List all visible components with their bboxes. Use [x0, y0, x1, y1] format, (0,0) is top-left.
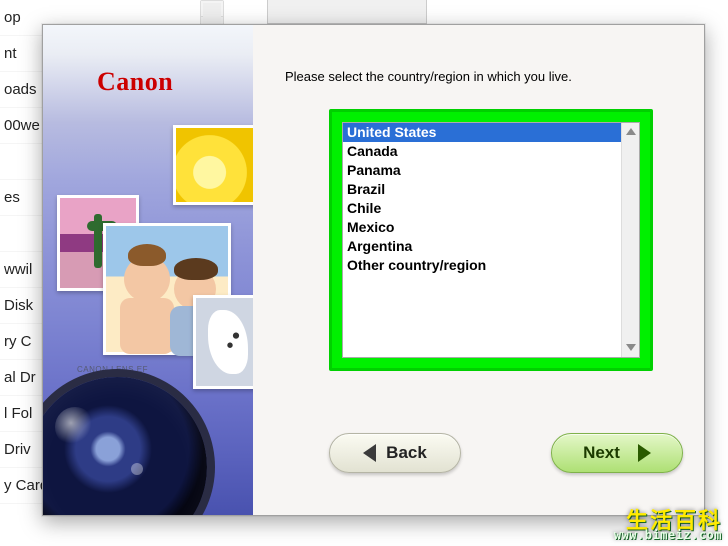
next-button-label: Next	[583, 443, 620, 463]
country-list-items[interactable]: United States Canada Panama Brazil Chile…	[343, 123, 621, 357]
arrow-right-icon	[638, 444, 651, 462]
prompt-text: Please select the country/region in whic…	[285, 69, 572, 84]
scroll-up-icon[interactable]	[622, 123, 639, 141]
country-item-cl[interactable]: Chile	[343, 199, 621, 218]
country-list-highlight: United States Canada Panama Brazil Chile…	[329, 109, 653, 371]
country-item-us[interactable]: United States	[343, 123, 621, 142]
country-item-ar[interactable]: Argentina	[343, 237, 621, 256]
country-item-other[interactable]: Other country/region	[343, 256, 621, 275]
scroll-down-icon[interactable]	[622, 339, 639, 357]
photo-sunflowers	[173, 125, 253, 205]
watermark-url: www.bimeiz.com	[614, 528, 722, 543]
back-button[interactable]: Back	[329, 433, 461, 473]
country-item-br[interactable]: Brazil	[343, 180, 621, 199]
country-item-pa[interactable]: Panama	[343, 161, 621, 180]
background-field	[267, 0, 427, 24]
lens-ring-text: CANON LENS EF	[77, 365, 148, 374]
watermark-title: 生活百科	[614, 513, 722, 528]
back-button-label: Back	[386, 443, 427, 463]
country-item-ca[interactable]: Canada	[343, 142, 621, 161]
installer-dialog: Canon CANON LENS EF Please select the co…	[42, 24, 705, 516]
brand-side-panel: Canon CANON LENS EF	[43, 25, 253, 515]
country-list-scrollbar[interactable]	[621, 123, 639, 357]
photo-dalmatian	[193, 295, 253, 389]
country-item-mx[interactable]: Mexico	[343, 218, 621, 237]
country-listbox[interactable]: United States Canada Panama Brazil Chile…	[342, 122, 640, 358]
arrow-left-icon	[363, 444, 376, 462]
canon-logo: Canon	[97, 67, 173, 97]
next-button[interactable]: Next	[551, 433, 683, 473]
content-panel: Please select the country/region in whic…	[253, 25, 704, 515]
camera-lens-graphic	[43, 377, 207, 515]
watermark: 生活百科 www.bimeiz.com	[614, 513, 722, 543]
